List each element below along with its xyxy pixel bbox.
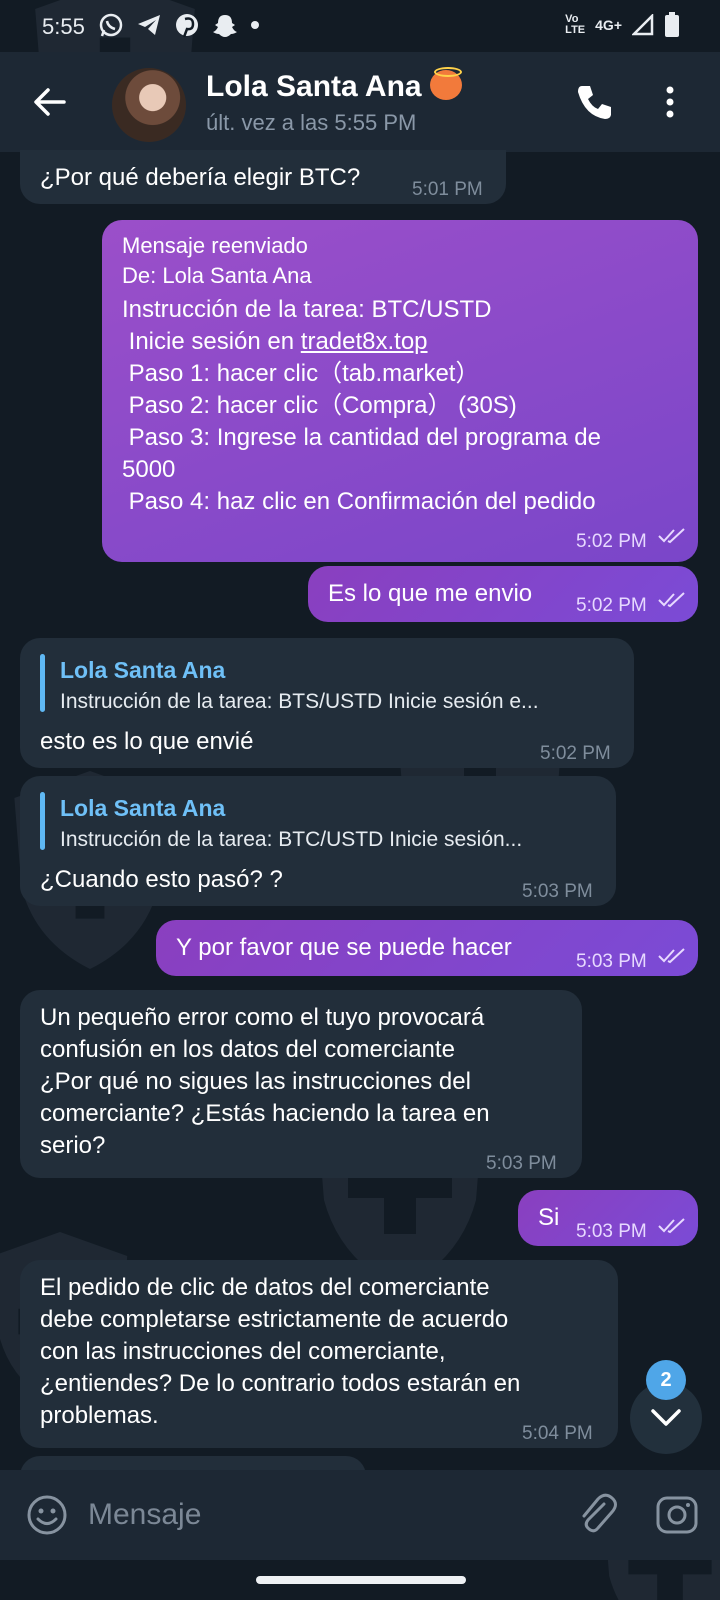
message-line: comerciante? ¿Estás haciendo la tarea en	[40, 1100, 490, 1127]
message-time: 5:02 PM	[540, 743, 611, 764]
chevron-down-icon	[651, 1409, 681, 1426]
contact-name-text: Lola Santa Ana	[206, 70, 422, 103]
forward-label: Mensaje reenviado	[122, 233, 308, 258]
message-line: confusión en los datos del comerciante	[40, 1036, 455, 1063]
signal-icon	[632, 14, 654, 36]
pinterest-icon	[176, 14, 198, 38]
message-line: Paso 4: haz clic en Confirmación del ped…	[122, 488, 596, 515]
message-outgoing[interactable]: Y por favor que se puede hacer 5:03 PM	[156, 920, 698, 976]
message-text: esto es lo que envié	[40, 728, 254, 755]
status-time: 5:55	[42, 14, 85, 39]
home-indicator[interactable]	[256, 1576, 466, 1584]
telegram-icon	[138, 15, 160, 35]
message-text: Si	[538, 1204, 560, 1231]
message-forwarded[interactable]: Mensaje reenviado De: Lola Santa Ana Ins…	[102, 220, 698, 562]
camera-icon[interactable]	[654, 1492, 700, 1538]
status-bar: 5:55 Vo LTE 4G+	[0, 0, 720, 52]
message-line: ¿entiendes? De lo contrario todos estará…	[40, 1370, 521, 1397]
message-text: ¿Cuando esto pasó? ?	[40, 866, 283, 893]
message-time: 5:03 PM	[576, 951, 647, 972]
message-line-text: Inicie sesión en	[122, 328, 301, 355]
read-ticks-icon	[658, 528, 685, 544]
back-arrow-icon[interactable]	[30, 82, 70, 122]
message-time: 5:03 PM	[522, 881, 593, 902]
message-line: Inicie sesión en tradet8x.top	[122, 326, 428, 358]
forward-from: De: Lola Santa Ana	[122, 263, 312, 288]
reply-preview: Instrucción de la tarea: BTC/USTD Inicie…	[60, 828, 523, 851]
message-line: ¿Por qué no sigues las instrucciones del	[40, 1068, 471, 1095]
message-input-bar: Mensaje	[0, 1470, 720, 1560]
chat-header: Lola Santa Ana últ. vez a las 5:55 PM	[0, 52, 720, 152]
message-line: Instrucción de la tarea: BTC/USTD	[122, 296, 492, 323]
message-line: Paso 1: hacer clic（tab.market）	[122, 360, 480, 387]
message-time: 5:03 PM	[486, 1153, 557, 1174]
reply-sender: Lola Santa Ana	[60, 657, 226, 683]
message-line: problemas.	[40, 1402, 159, 1429]
last-seen: últ. vez a las 5:55 PM	[206, 110, 417, 135]
message-reply[interactable]: Lola Santa Ana Instrucción de la tarea: …	[20, 776, 616, 906]
read-ticks-icon	[658, 1218, 685, 1234]
message-time: 5:04 PM	[522, 1423, 593, 1444]
read-ticks-icon	[658, 948, 685, 964]
message-time: 5:01 PM	[412, 179, 483, 200]
message-line: Un pequeño error como el tuyo provocará	[40, 1004, 485, 1031]
more-notifications-icon	[251, 21, 259, 29]
message-line: debe completarse estrictamente de acuerd…	[40, 1306, 509, 1333]
message-time: 5:03 PM	[576, 1221, 647, 1242]
message-line: 5000	[122, 456, 176, 483]
message-outgoing[interactable]: Es lo que me envio 5:02 PM	[308, 566, 698, 622]
phone-icon[interactable]	[574, 82, 614, 122]
message-reply[interactable]: Lola Santa Ana Instrucción de la tarea: …	[20, 638, 634, 768]
unread-badge: 2	[646, 1360, 686, 1400]
emoji-icon[interactable]	[26, 1494, 68, 1536]
reply-bar	[40, 654, 45, 712]
message-incoming[interactable]: El pedido de clic de datos del comercian…	[20, 1260, 618, 1448]
battery-icon	[665, 12, 679, 37]
message-time: 5:02 PM	[576, 595, 647, 616]
reply-bar	[40, 792, 45, 850]
volte-indicator: Vo LTE	[565, 13, 586, 36]
more-vert-icon[interactable]	[662, 82, 678, 122]
message-text: ¿Por qué debería elegir BTC?	[40, 164, 361, 191]
message-incoming[interactable]: ¿Por qué debería elegir BTC? 5:01 PM	[20, 150, 506, 204]
message-input[interactable]: Mensaje	[88, 1498, 201, 1532]
link-tradet8x[interactable]: tradet8x.top	[301, 328, 428, 355]
reply-preview: Instrucción de la tarea: BTS/USTD Inicie…	[60, 690, 539, 713]
message-incoming[interactable]: Un pequeño error como el tuyo provocará …	[20, 990, 582, 1178]
message-outgoing[interactable]: Si 5:03 PM	[518, 1190, 698, 1246]
message-line: con las instrucciones del comerciante,	[40, 1338, 446, 1365]
read-ticks-icon	[658, 592, 685, 608]
message-line: Paso 2: hacer clic（Compra） (30S)	[122, 392, 517, 419]
avatar[interactable]	[112, 68, 186, 142]
snapchat-icon	[213, 15, 237, 37]
reply-sender: Lola Santa Ana	[60, 795, 226, 821]
attach-icon[interactable]	[574, 1492, 618, 1536]
message-text: Y por favor que se puede hacer	[176, 934, 512, 961]
message-line: El pedido de clic de datos del comercian…	[40, 1274, 490, 1301]
whatsapp-icon	[99, 13, 123, 37]
message-line: Paso 3: Ingrese la cantidad del programa…	[122, 424, 601, 451]
message-text: Es lo que me envio	[328, 580, 533, 607]
notification-icons	[98, 12, 260, 38]
message-line: serio?	[40, 1132, 106, 1159]
network-type: 4G+	[595, 17, 622, 33]
message-time: 5:02 PM	[576, 531, 647, 552]
contact-name[interactable]: Lola Santa Ana	[206, 67, 462, 104]
angel-emoji-icon	[429, 67, 462, 101]
system-icons: Vo LTE 4G+	[565, 12, 680, 38]
